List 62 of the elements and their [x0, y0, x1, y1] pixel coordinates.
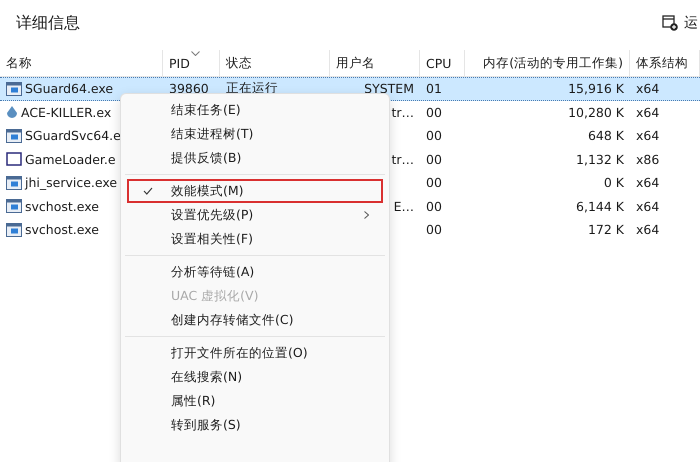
table-cell: x86 [636, 152, 660, 167]
table-cell: 00 [426, 198, 442, 214]
window-app-icon [6, 82, 22, 96]
table-cell[interactable]: SGuardSvc64.e [25, 128, 121, 144]
table-cell: tr… [391, 104, 414, 120]
menu-item[interactable]: 设置优先级(P) [127, 203, 383, 227]
table-cell: 00 [426, 128, 442, 144]
table-cell: 39860 [169, 81, 209, 96]
menu-item[interactable]: 创建内存转储文件(C) [127, 308, 383, 332]
menu-item[interactable]: 设置相关性(F) [127, 227, 383, 251]
table-cell: x64 [636, 104, 660, 120]
table-cell: x64 [636, 128, 660, 144]
table-cell: 15,916 K [568, 81, 624, 96]
table-cell: 00 [426, 104, 442, 120]
table-cell: 1,132 K [576, 152, 624, 167]
window-app-icon [6, 222, 22, 237]
menu-item[interactable]: 在线搜索(N) [127, 365, 383, 389]
menu-item[interactable]: 转到服务(S) [127, 413, 383, 437]
table-cell: 648 K [588, 128, 624, 144]
table-cell[interactable]: SGuard64.exe [25, 81, 114, 96]
table-cell[interactable]: GameLoader.e [25, 152, 116, 167]
page-title: 详细信息 [16, 12, 80, 34]
table-cell: x64 [636, 175, 660, 190]
window-app-icon [6, 199, 22, 214]
menu-item[interactable]: 结束任务(E) [127, 98, 383, 122]
menu-item[interactable]: 提供反馈(B) [127, 146, 383, 170]
column-header[interactable]: CPU [420, 50, 465, 76]
window-frame-icon [6, 152, 22, 166]
window-app-icon [6, 176, 22, 190]
table-cell: 0 K [604, 175, 624, 190]
table-cell: x64 [636, 222, 660, 238]
column-header[interactable]: 体系结构 [630, 50, 700, 76]
table-cell[interactable]: svchost.exe [25, 198, 99, 214]
table-cell: 00 [426, 175, 442, 190]
column-header[interactable]: PID [163, 50, 220, 76]
droplet-icon [6, 105, 18, 120]
menu-item[interactable]: 效能模式(M) [127, 179, 383, 203]
table-cell: SYSTEM [364, 81, 414, 96]
table-cell: 01 [426, 81, 442, 96]
menu-item[interactable]: 打开文件所在的位置(O) [127, 341, 383, 365]
table-cell: 00 [426, 152, 442, 167]
column-header[interactable]: 用户名 [330, 50, 420, 76]
column-header[interactable]: 内存(活动的专用工作集) [465, 50, 630, 76]
column-header[interactable]: 状态 [220, 50, 330, 76]
window-add-icon [662, 15, 678, 31]
table-cell[interactable]: jhi_service.exe [25, 175, 118, 190]
menu-item[interactable]: 分析等待链(A) [127, 260, 383, 284]
window-app-icon [6, 128, 22, 143]
menu-item[interactable]: 结束进程树(T) [127, 122, 383, 146]
table-cell: E… [394, 198, 414, 214]
table-cell: 00 [426, 222, 442, 238]
table-cell[interactable]: ACE-KILLER.ex [21, 104, 112, 120]
table-cell[interactable]: svchost.exe [25, 222, 99, 238]
table-cell: 172 K [588, 222, 624, 238]
table-cell: tr… [391, 152, 414, 167]
column-header[interactable]: 名称 [0, 50, 163, 76]
menu-item[interactable]: 属性(R) [127, 389, 383, 413]
table-cell: 6,144 K [576, 198, 624, 214]
table-cell: x64 [636, 198, 660, 214]
run-task-button[interactable]: 运 [658, 14, 698, 32]
table-cell: 10,280 K [568, 104, 624, 120]
table-cell: x64 [636, 81, 660, 96]
